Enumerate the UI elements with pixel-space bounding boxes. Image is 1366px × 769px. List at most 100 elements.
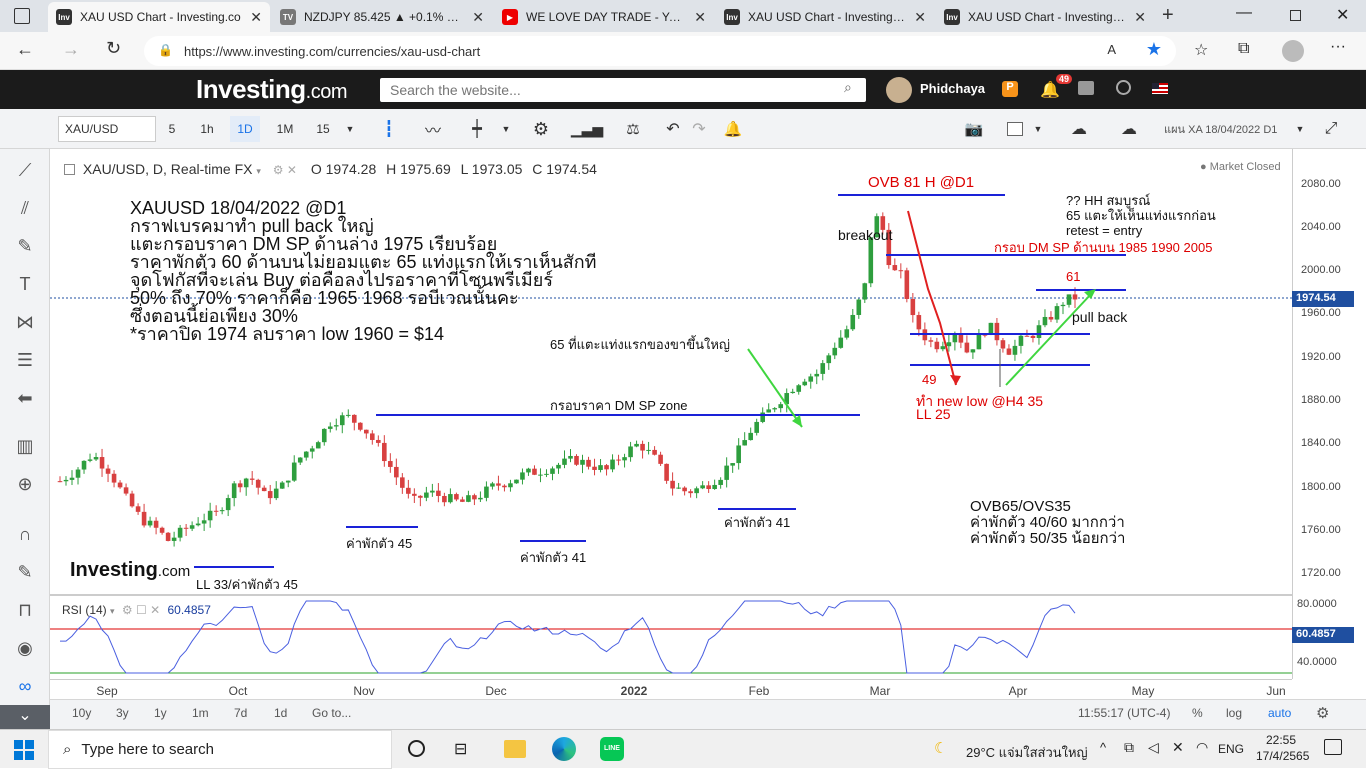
file-explorer-icon[interactable] [504, 740, 526, 758]
wifi-icon[interactable]: ◠ [1196, 739, 1208, 756]
interval-1h[interactable]: 1h [194, 116, 220, 142]
measure-icon[interactable]: ▥ [12, 433, 38, 459]
gear-icon[interactable]: ⚙ [1316, 704, 1329, 722]
camera-icon[interactable]: 📷 [960, 116, 988, 142]
interval-5[interactable]: 5 [162, 116, 182, 142]
pattern-icon[interactable]: ⋈ [12, 309, 38, 335]
legend-settings-icon[interactable]: ⚙ ✕ [273, 163, 297, 177]
site-logo[interactable]: Investing.com [196, 74, 347, 105]
range-10y[interactable]: 10y [72, 706, 91, 720]
window-menu-icon[interactable] [14, 8, 30, 24]
user-avatar[interactable] [886, 77, 912, 103]
chevron-down-icon[interactable]: ▾ [110, 606, 115, 616]
new-tab-icon[interactable]: + [1162, 4, 1174, 27]
taskbar-search[interactable]: ⌕ Type here to search [48, 730, 392, 769]
user-name[interactable]: Phidchaya [920, 81, 985, 96]
cortana-icon[interactable] [408, 740, 425, 757]
favorites-icon[interactable]: ☆ [1194, 40, 1208, 60]
auto-toggle[interactable]: auto [1268, 706, 1291, 720]
clock-date[interactable]: 17/4/2565 [1256, 749, 1309, 763]
line-chart-icon[interactable]: 〰 [420, 116, 446, 142]
alert-icon[interactable]: 🔔 [720, 116, 746, 142]
indicators-icon[interactable]: ▁▃▅ [571, 116, 603, 142]
favorite-star-icon[interactable]: ★ [1146, 39, 1162, 60]
chevron-down-icon[interactable]: ▼ [498, 116, 514, 142]
bars-icon[interactable]: ┿ [464, 116, 490, 142]
range-3y[interactable]: 3y [116, 706, 129, 720]
rsi-settings-icon[interactable]: ⚙ ☐ ✕ [122, 603, 160, 617]
windows-start-icon[interactable] [14, 740, 34, 760]
percent-toggle[interactable]: % [1192, 706, 1203, 720]
search-icon[interactable]: ⌕ [844, 79, 852, 96]
close-icon[interactable]: ✕ [472, 9, 484, 26]
minimize-icon[interactable]: — [1236, 4, 1252, 22]
lock-icon[interactable]: ⊓ [12, 597, 38, 623]
price-axis[interactable]: 2080.00 2040.00 2000.00 1960.00 1920.00 1880.… [1292, 149, 1366, 595]
network-icon[interactable]: ⧉ [1124, 739, 1134, 756]
fib-icon[interactable]: ☰ [12, 347, 38, 373]
refresh-icon[interactable]: ↻ [106, 38, 121, 59]
forward-icon[interactable]: → [62, 39, 80, 60]
clock-icon[interactable] [1116, 80, 1131, 95]
redo-icon[interactable]: ↷ [688, 116, 710, 142]
parallel-channel-icon[interactable]: ⫽ [12, 195, 38, 221]
close-icon[interactable]: ✕ [1134, 9, 1146, 26]
tab-3[interactable]: ▶ WE LOVE DAY TRADE - YouTu ✕ [494, 2, 714, 32]
collapse-icon[interactable]: ⌄ [0, 705, 50, 729]
range-7d[interactable]: 7d [234, 706, 247, 720]
mute-icon[interactable]: ✕ [1172, 739, 1184, 756]
weather-icon[interactable]: ☾ [934, 739, 947, 757]
chevron-down-icon[interactable]: ▼ [342, 116, 358, 142]
collapse-legend-icon[interactable] [64, 163, 75, 175]
volume-icon[interactable]: ◁ [1148, 739, 1159, 756]
chart-area[interactable]: XAU/USD, D, Real-time FX ▾ ⚙ ✕ O 1974.28… [50, 149, 1366, 699]
undo-icon[interactable]: ↶ [662, 116, 684, 142]
chevron-down-icon[interactable]: ▼ [1292, 116, 1308, 142]
bell-icon[interactable]: 🔔 [1040, 80, 1060, 100]
compare-icon[interactable]: ⚖ [620, 116, 646, 142]
chevron-down-icon[interactable]: ▼ [1030, 116, 1046, 142]
interval-15[interactable]: 15 [310, 116, 336, 142]
chevron-down-icon[interactable]: ▾ [256, 166, 261, 176]
tab-4[interactable]: Inv XAU USD Chart - Investing.co ✕ [716, 2, 934, 32]
clock-time[interactable]: 22:55 [1266, 733, 1296, 747]
range-1y[interactable]: 1y [154, 706, 167, 720]
magnet-icon[interactable]: ∩ [12, 521, 38, 547]
eye-icon[interactable]: ◉ [12, 635, 38, 661]
interval-1d[interactable]: 1D [230, 116, 260, 142]
layout-name[interactable]: แผน XA 18/04/2022 D1 [1158, 116, 1288, 142]
text-tool-icon[interactable]: T [12, 271, 38, 297]
trend-line-icon[interactable]: ⟋ [12, 157, 38, 183]
url-field[interactable]: 🔒 https://www.investing.com/currencies/x… [144, 36, 1176, 66]
tab-2[interactable]: TV NZDJPY 85.425 ▲ +0.1% XAU ✕ [272, 2, 492, 32]
us-flag-icon[interactable] [1152, 83, 1168, 94]
site-search-input[interactable] [380, 78, 866, 102]
close-icon[interactable]: ✕ [694, 9, 706, 26]
task-view-icon[interactable]: ⊟ [454, 739, 467, 759]
back-icon[interactable]: ← [16, 39, 34, 60]
portfolio-icon[interactable] [1078, 81, 1094, 95]
goto-button[interactable]: Go to... [312, 706, 351, 720]
profile-avatar[interactable] [1282, 40, 1304, 62]
range-1d[interactable]: 1d [274, 706, 287, 720]
time-axis[interactable]: Sep Oct Nov Dec 2022 Feb Mar Apr May Jun [50, 679, 1292, 699]
tab-5[interactable]: Inv XAU USD Chart - Investing.co ✕ [936, 2, 1154, 32]
read-aloud-icon[interactable]: A [1107, 42, 1116, 57]
tab-1[interactable]: Inv XAU USD Chart - Investing.co ✕ [48, 2, 270, 32]
brush-icon[interactable]: ✎ [12, 233, 38, 259]
link-icon[interactable]: ∞ [12, 673, 38, 699]
cloud-load-icon[interactable]: ☁ [1064, 116, 1094, 142]
restore-icon[interactable] [1290, 10, 1301, 21]
range-1m[interactable]: 1m [192, 706, 209, 720]
edge-icon[interactable] [552, 737, 576, 761]
lock-drawings-icon[interactable]: ✎ [12, 559, 38, 585]
window-close-icon[interactable]: ✕ [1336, 5, 1349, 25]
tray-chevron-icon[interactable]: ^ [1100, 740, 1106, 755]
symbol-field[interactable]: XAU/USD [58, 116, 156, 142]
close-icon[interactable]: ✕ [914, 9, 926, 26]
fullscreen-box-icon[interactable] [1004, 116, 1026, 142]
cloud-save-icon[interactable]: ☁ [1114, 116, 1144, 142]
language-indicator[interactable]: ENG [1218, 742, 1244, 756]
pro-badge-icon[interactable]: P [1002, 81, 1018, 97]
back-arrow-icon[interactable]: ⬅ [12, 385, 38, 411]
